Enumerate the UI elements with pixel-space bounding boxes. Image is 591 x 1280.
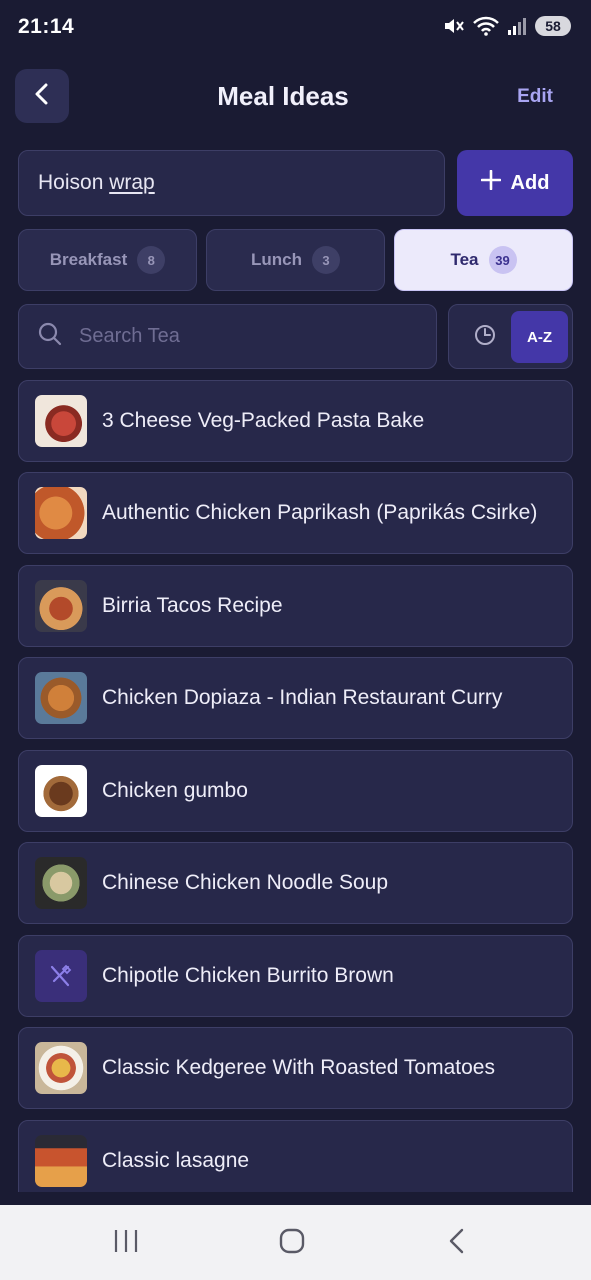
mute-icon [443, 16, 465, 36]
tab-label: Breakfast [49, 250, 128, 269]
add-button[interactable]: Add [457, 150, 573, 216]
meal-input-text-underlined: wrap [109, 171, 155, 194]
tab-breakfast[interactable]: Breakfast 8 [18, 229, 197, 291]
meal-name: Classic Kedgeree With Roasted Tomatoes [102, 1056, 495, 1079]
status-bar: 21:14 58 [0, 0, 591, 56]
meal-thumbnail-image [35, 1135, 87, 1187]
meal-thumbnail-image [35, 487, 87, 539]
search-input[interactable]: Search Tea [18, 304, 437, 369]
fork-knife-icon [35, 950, 87, 1002]
meal-thumbnail-image [35, 857, 87, 909]
wifi-icon [473, 16, 499, 36]
recent-apps-button[interactable] [106, 1227, 146, 1259]
system-nav-bar [0, 1205, 591, 1280]
meal-name: Authentic Chicken Paprikash (Paprikás Cs… [102, 501, 538, 524]
tab-count-badge: 3 [312, 246, 340, 274]
add-button-label: Add [510, 171, 550, 194]
edit-button[interactable]: Edit [517, 86, 553, 108]
list-item[interactable]: Chinese Chicken Noodle Soup [18, 842, 573, 924]
tab-label: Tea [450, 250, 479, 269]
search-placeholder: Search Tea [79, 325, 180, 347]
meal-name: Birria Tacos Recipe [102, 594, 283, 617]
tab-count-badge: 8 [137, 246, 166, 274]
page-title: Meal Ideas [217, 81, 349, 111]
home-button[interactable] [272, 1227, 312, 1259]
meal-name: Chicken gumbo [102, 779, 248, 802]
meal-thumbnail-image [35, 672, 87, 724]
list-item[interactable]: Chicken gumbo [18, 750, 573, 832]
meal-name: Chicken Dopiaza - Indian Restaurant Curr… [102, 686, 503, 709]
meal-thumbnail-image [35, 765, 87, 817]
clock-icon [474, 324, 496, 351]
search-icon [37, 321, 63, 352]
meal-thumbnail-image [35, 1042, 87, 1094]
back-arrow-icon [447, 1227, 467, 1260]
sort-toggle: A-Z [448, 304, 573, 369]
status-icons: 58 [443, 16, 571, 36]
signal-icon [507, 16, 527, 36]
list-item[interactable]: Authentic Chicken Paprikash (Paprikás Cs… [18, 472, 573, 554]
sort-az-button[interactable]: A-Z [511, 311, 568, 363]
tab-label: Lunch [251, 250, 302, 269]
sort-by-time-button[interactable] [459, 311, 511, 363]
home-icon [278, 1227, 306, 1260]
list-item[interactable]: Birria Tacos Recipe [18, 565, 573, 647]
meal-name: Classic lasagne [102, 1149, 250, 1172]
status-time: 21:14 [18, 15, 75, 38]
tab-lunch[interactable]: Lunch 3 [206, 229, 385, 291]
list-item[interactable]: 3 Cheese Veg-Packed Pasta Bake [18, 380, 573, 462]
list-item[interactable]: Classic lasagne [18, 1120, 573, 1192]
list-item[interactable]: Chicken Dopiaza - Indian Restaurant Curr… [18, 657, 573, 739]
meal-thumbnail-image [35, 395, 87, 447]
plus-icon [480, 169, 501, 196]
tab-tea[interactable]: Tea 39 [394, 229, 573, 291]
list-item[interactable]: Classic Kedgeree With Roasted Tomatoes [18, 1027, 573, 1109]
list-item[interactable]: Chipotle Chicken Burrito Brown [18, 935, 573, 1017]
meal-name: Chinese Chicken Noodle Soup [102, 871, 389, 894]
recent-apps-icon [112, 1228, 140, 1259]
battery-icon: 58 [535, 16, 571, 36]
meal-name: 3 Cheese Veg-Packed Pasta Bake [102, 409, 425, 432]
meal-input-text: Hoison [38, 171, 110, 194]
system-back-button[interactable] [437, 1227, 477, 1259]
meal-thumbnail-image [35, 580, 87, 632]
meal-name-input[interactable]: Hoison wrap [18, 150, 445, 216]
meal-name: Chipotle Chicken Burrito Brown [102, 964, 394, 987]
tab-count-badge: 39 [488, 246, 517, 274]
meal-list: 3 Cheese Veg-Packed Pasta Bake Authentic… [18, 380, 573, 1192]
